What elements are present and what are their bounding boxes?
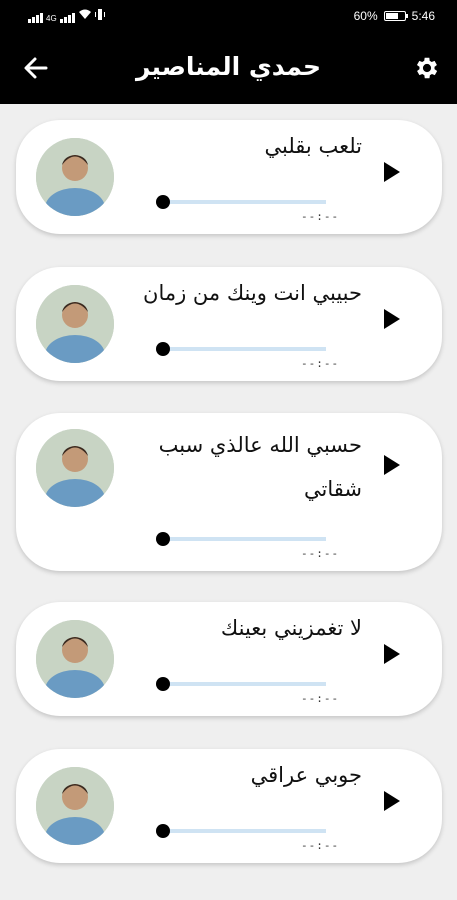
signal-icon: [28, 13, 43, 23]
track-time: --:--: [301, 547, 340, 560]
avatar: [36, 620, 114, 698]
track-title: تلعب بقلبي: [264, 134, 362, 158]
track-time: --:--: [301, 839, 340, 852]
play-icon: [384, 644, 400, 664]
play-icon: [384, 309, 400, 329]
track-title: جوبي عراقي: [250, 763, 362, 787]
seek-bar[interactable]: [156, 531, 326, 547]
play-button[interactable]: [382, 789, 402, 813]
settings-button[interactable]: [413, 54, 441, 82]
seek-thumb[interactable]: [156, 532, 170, 546]
play-button[interactable]: [382, 307, 402, 331]
gear-icon: [416, 57, 438, 79]
play-icon: [384, 455, 400, 475]
signal-indicators: 4G: [28, 9, 105, 23]
status-bar: 4G 60% 5:46: [0, 0, 457, 32]
seek-bar[interactable]: [156, 823, 326, 839]
track-card[interactable]: لا تغمزيني بعينك --:--: [16, 602, 442, 716]
page-title: حمدي المناصير: [135, 52, 322, 81]
avatar: [36, 138, 114, 216]
seek-bar[interactable]: [156, 341, 326, 357]
track-card[interactable]: حسبي الله عالذي سبب شقاتي --:--: [16, 413, 442, 571]
seek-thumb[interactable]: [156, 195, 170, 209]
avatar: [36, 285, 114, 363]
seek-thumb[interactable]: [156, 677, 170, 691]
vibrate-icon: [94, 9, 105, 23]
play-button[interactable]: [382, 160, 402, 184]
track-title: لا تغمزيني بعينك: [220, 616, 362, 640]
network-type: 4G: [46, 14, 57, 23]
play-button[interactable]: [382, 453, 402, 477]
play-icon: [384, 162, 400, 182]
wifi-icon: [78, 9, 92, 23]
track-card[interactable]: جوبي عراقي --:--: [16, 749, 442, 863]
app-bar: حمدي المناصير: [0, 32, 457, 104]
signal-icon-2: [59, 13, 75, 23]
battery-percent: 60%: [353, 9, 378, 23]
seek-thumb[interactable]: [156, 824, 170, 838]
track-title: حسبي الله عالذي سبب شقاتي: [158, 433, 362, 501]
clock: 5:46: [411, 9, 435, 23]
track-card[interactable]: حبيبي انت وينك من زمان --:--: [16, 267, 442, 381]
avatar: [36, 767, 114, 845]
track-time: --:--: [301, 357, 340, 370]
track-time: --:--: [301, 692, 340, 705]
avatar: [36, 429, 114, 507]
play-icon: [384, 791, 400, 811]
status-right: 60% 5:46: [354, 9, 435, 23]
track-card[interactable]: تلعب بقلبي --:--: [16, 120, 442, 234]
seek-bar[interactable]: [156, 194, 326, 210]
play-button[interactable]: [382, 642, 402, 666]
battery-icon: [383, 11, 408, 21]
track-time: --:--: [301, 210, 340, 223]
seek-thumb[interactable]: [156, 342, 170, 356]
track-title: حبيبي انت وينك من زمان: [143, 281, 362, 305]
seek-bar[interactable]: [156, 676, 326, 692]
